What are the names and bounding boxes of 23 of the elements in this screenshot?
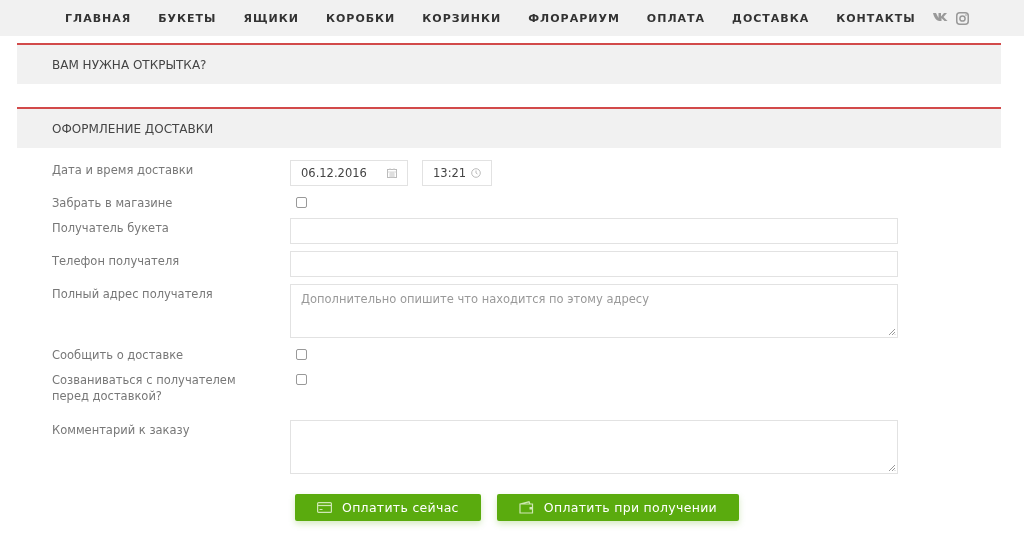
section-header[interactable]: ВАМ НУЖНА ОТКРЫТКА? <box>17 43 1001 84</box>
field-label: Созваниваться с получателем перед доставкой? <box>52 372 237 404</box>
nav-link[interactable]: ОПЛАТА <box>646 11 706 25</box>
date-field[interactable]: 06.12.2016 <box>290 160 408 186</box>
field-label: Комментарий к заказу <box>52 422 191 438</box>
field-label: Телефон получателя <box>52 253 181 269</box>
time-field[interactable]: 13:21 <box>422 160 492 186</box>
nav-link[interactable]: ДОСТАВКА <box>732 11 810 25</box>
nav-link[interactable]: ГЛАВНАЯ <box>65 11 132 25</box>
field-label: Забрать в магазине <box>52 195 174 211</box>
section-header[interactable]: ОФОРМЛЕНИЕ ДОСТАВКИ <box>17 107 1001 148</box>
field-label: Дата и время доставки <box>52 162 195 178</box>
nav-link[interactable]: ЯЩИКИ <box>243 11 299 25</box>
nav-link[interactable]: ФЛОРАРИУМ <box>528 11 620 25</box>
nav-link[interactable]: КОРОБКИ <box>326 11 396 25</box>
nav-link[interactable]: КОНТАКТЫ <box>836 11 916 25</box>
field-label: Сообщить о доставке <box>52 347 185 363</box>
nav-link[interactable]: БУКЕТЫ <box>158 11 217 25</box>
field-label: Получатель букета <box>52 220 170 236</box>
nav-link[interactable]: КОРЗИНКИ <box>422 11 502 25</box>
field-label: Полный адрес получателя <box>52 286 214 302</box>
section-title: ОФОРМЛЕНИЕ ДОСТАВКИ <box>52 121 214 136</box>
section-title: ВАМ НУЖНА ОТКРЫТКА? <box>52 57 207 72</box>
